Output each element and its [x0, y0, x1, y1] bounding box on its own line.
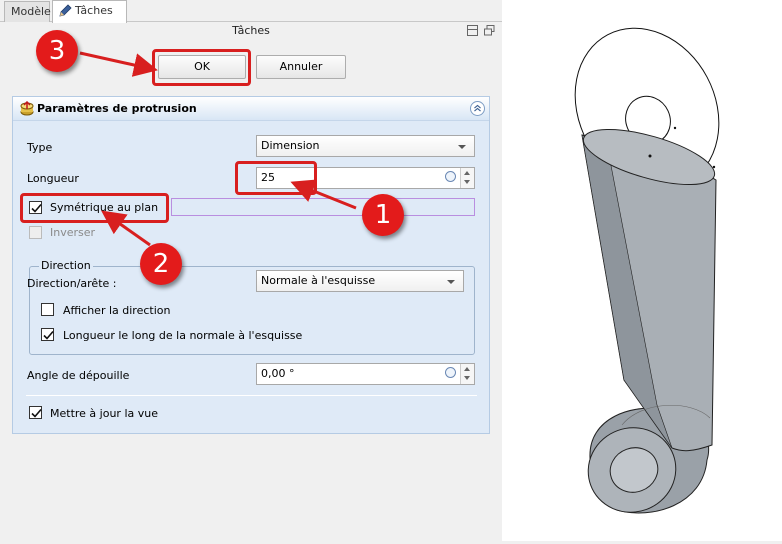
chevron-down-icon: [447, 280, 455, 284]
focus-outline: [171, 198, 475, 216]
draft-angle-input[interactable]: 0,00 °: [256, 363, 475, 385]
sketch-point: [648, 154, 652, 158]
draft-angle-label: Angle de dépouille: [27, 369, 130, 382]
3d-viewer[interactable]: [502, 0, 782, 541]
protrusion-parameters-panel: Paramètres de protrusion Type Dimension …: [12, 96, 490, 434]
direction-edge-label: Direction/arête :: [27, 277, 117, 290]
cancel-button[interactable]: Annuler: [256, 55, 346, 79]
float-window-icon[interactable]: [484, 25, 495, 36]
reversed-checkbox[interactable]: [29, 226, 42, 239]
expression-icon[interactable]: [445, 367, 456, 378]
draft-angle-value: 0,00 °: [261, 367, 295, 380]
draft-angle-spinner[interactable]: [460, 364, 474, 384]
direction-edge-value: Normale à l'esquisse: [261, 274, 376, 287]
direction-edge-select[interactable]: Normale à l'esquisse: [256, 270, 464, 292]
panel-title: Paramètres de protrusion: [37, 102, 197, 115]
annotation-badge-1: 1: [362, 194, 404, 236]
minimize-icon[interactable]: [467, 25, 478, 36]
highlight-ok: [152, 49, 251, 86]
part-model: [574, 27, 720, 514]
update-view-label: Mettre à jour la vue: [50, 407, 158, 420]
type-label: Type: [27, 141, 53, 154]
task-panel-area: Modèle Tâches Tâches OK Annuler Paramètr…: [0, 0, 502, 541]
type-select[interactable]: Dimension: [256, 135, 475, 157]
pencil-icon: [59, 4, 72, 17]
sketch-point: [712, 165, 716, 169]
sketch-point: [673, 126, 677, 130]
show-direction-checkbox[interactable]: [41, 303, 54, 316]
length-along-normal-label: Longueur le long de la normale à l'esqui…: [63, 329, 303, 342]
type-select-value: Dimension: [261, 139, 320, 152]
annotation-badge-3: 3: [36, 30, 78, 72]
length-along-normal-checkbox[interactable]: [41, 328, 54, 341]
show-direction-label: Afficher la direction: [63, 304, 171, 317]
highlight-symmetric: [20, 193, 169, 223]
tab-taches-label: Tâches: [75, 4, 113, 17]
tab-taches[interactable]: Tâches: [52, 0, 127, 23]
chevron-down-icon: [458, 145, 466, 149]
highlight-length: [235, 161, 317, 195]
tab-bar: Modèle Tâches: [0, 0, 502, 23]
tab-modele-label: Modèle: [11, 5, 51, 18]
panel-header: Paramètres de protrusion: [13, 97, 489, 121]
pad-icon: [20, 101, 34, 116]
length-label: Longueur: [27, 172, 79, 185]
reversed-label: Inverser: [50, 226, 96, 239]
expression-icon[interactable]: [445, 171, 456, 182]
length-spinner[interactable]: [460, 168, 474, 188]
annotation-badge-2: 2: [140, 243, 182, 285]
tasks-header-title: Tâches: [232, 24, 270, 37]
update-view-checkbox[interactable]: [29, 406, 42, 419]
direction-group-label: Direction: [39, 259, 93, 272]
separator: [26, 395, 477, 396]
tab-modele[interactable]: Modèle: [4, 1, 51, 22]
collapse-icon[interactable]: [470, 101, 485, 116]
